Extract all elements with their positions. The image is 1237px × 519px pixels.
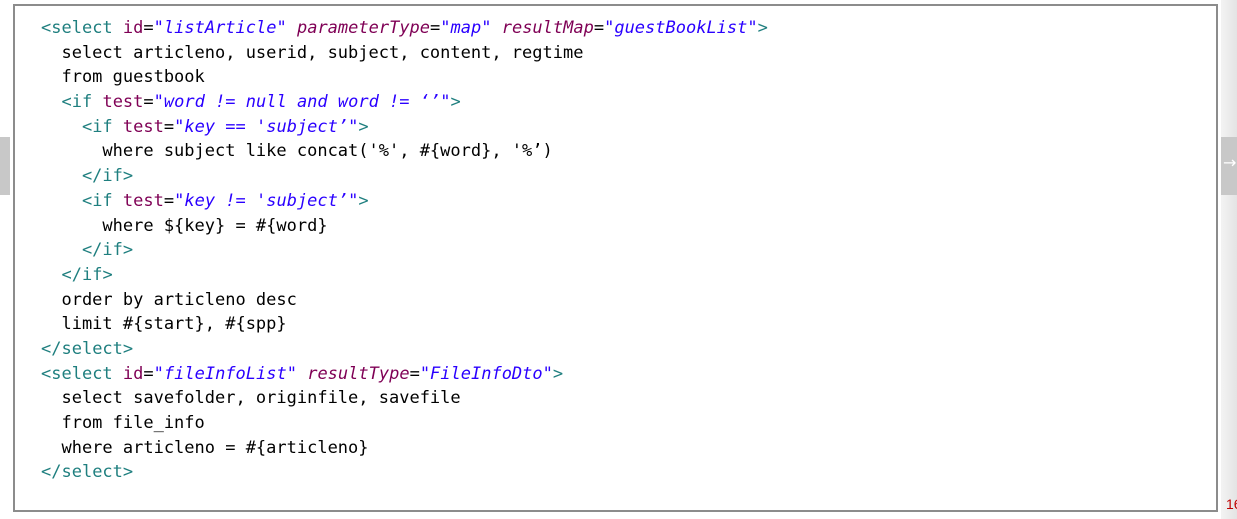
code-token: "key != 'subject’" <box>174 190 359 211</box>
code-line: limit #{start}, #{spp} <box>15 312 1216 337</box>
code-token: "guestBookList" <box>604 18 758 38</box>
slide-nav-strip-right[interactable]: → <box>1221 137 1237 195</box>
code-token: resultMap <box>501 18 594 38</box>
code-line: <if test="key != 'subject’"> <box>15 189 1216 214</box>
right-edge-shade <box>1221 0 1237 519</box>
code-token: if <box>102 240 123 261</box>
slide-nav-strip-left <box>0 137 10 195</box>
code-token: > <box>358 190 369 211</box>
code-token: > <box>122 462 134 483</box>
code-token: select <box>61 338 123 359</box>
code-token: "listArticle" <box>153 18 287 38</box>
code-token: select <box>61 462 123 483</box>
code-token: order by articleno desc <box>41 289 297 310</box>
code-token: select savefolder, originfile, savefile <box>41 388 461 409</box>
code-token: > <box>122 240 134 261</box>
code-token: if <box>102 166 123 187</box>
arrow-right-icon: → <box>1223 153 1237 172</box>
code-token: < <box>41 190 93 211</box>
code-token: </ <box>41 166 103 187</box>
code-token: from guestbook <box>41 67 205 88</box>
code-line: <if test="key == 'subject’"> <box>15 115 1216 140</box>
code-token: < <box>41 363 52 384</box>
code-token: "FileInfoDto" <box>419 363 553 384</box>
page-number: 16 <box>1226 496 1237 512</box>
code-token: < <box>41 92 72 113</box>
code-token: = <box>593 18 605 38</box>
code-line: order by articleno desc <box>15 288 1216 313</box>
code-line: <if test="word != null and word != ‘’"> <box>15 90 1216 115</box>
code-token: "fileInfoList" <box>153 363 297 384</box>
code-token: </ <box>41 338 62 359</box>
code-token: = <box>163 190 175 211</box>
code-token: > <box>122 338 134 359</box>
code-token: if <box>92 116 113 137</box>
code-token: = <box>143 363 154 384</box>
code-token: limit #{start}, #{spp} <box>41 314 287 335</box>
code-token: "key == 'subject’" <box>174 116 359 137</box>
code-token: = <box>143 92 154 113</box>
code-token: = <box>163 116 175 137</box>
code-token: </ <box>41 240 103 261</box>
code-line: <select id="listArticle" parameterType="… <box>15 16 1216 41</box>
code-line: </if> <box>15 263 1216 288</box>
code-token: < <box>41 116 93 137</box>
code-token: select <box>51 363 113 384</box>
code-token: test <box>122 116 164 137</box>
code-line: </select> <box>15 337 1216 362</box>
code-token: id <box>122 363 144 384</box>
code-token: > <box>450 92 461 113</box>
code-token: = <box>430 18 441 38</box>
code-token: where articleno = #{articleno} <box>41 437 369 458</box>
code-token: < <box>41 18 52 38</box>
code-token: select <box>51 18 113 38</box>
code-token: test <box>122 190 164 211</box>
code-token: select articleno, userid, subject, conte… <box>41 42 584 63</box>
code-line: where articleno = #{articleno} <box>15 436 1216 461</box>
code-line: where ${key} = #{word} <box>15 214 1216 239</box>
code-token: if <box>71 92 93 113</box>
code-line: select articleno, userid, subject, conte… <box>15 41 1216 66</box>
code-token: </ <box>41 462 62 483</box>
code-line: </select> <box>15 460 1216 485</box>
code-token: = <box>409 363 420 384</box>
code-line: from file_info <box>15 411 1216 436</box>
code-token: resultType <box>307 363 410 384</box>
code-line: select savefolder, originfile, savefile <box>15 386 1216 411</box>
code-token: </ <box>41 264 82 285</box>
code-line: from guestbook <box>15 65 1216 90</box>
code-token: > <box>122 166 134 187</box>
code-line: <select id="fileInfoList" resultType="Fi… <box>15 362 1216 387</box>
code-token: > <box>358 116 369 137</box>
code-token: = <box>143 18 154 38</box>
code-line: </if> <box>15 164 1216 189</box>
code-token: > <box>102 264 113 285</box>
code-token: id <box>122 18 144 38</box>
code-token: from file_info <box>41 413 205 433</box>
code-token: > <box>552 363 564 384</box>
code-token: if <box>92 190 113 211</box>
code-line: where subject like concat('%', #{word}, … <box>15 139 1216 164</box>
code-line: </if> <box>15 238 1216 263</box>
code-token: parameterType <box>296 18 431 38</box>
code-token: "word != null and word != ‘’" <box>153 92 451 113</box>
code-token: test <box>102 92 144 113</box>
code-token: if <box>81 264 103 285</box>
code-token: where ${key} = #{word} <box>41 215 328 236</box>
code-token: "map" <box>440 18 492 38</box>
code-token: where subject like concat('%', #{word}, … <box>41 141 553 162</box>
code-token: > <box>757 18 768 38</box>
code-block: <select id="listArticle" parameterType="… <box>13 4 1218 512</box>
